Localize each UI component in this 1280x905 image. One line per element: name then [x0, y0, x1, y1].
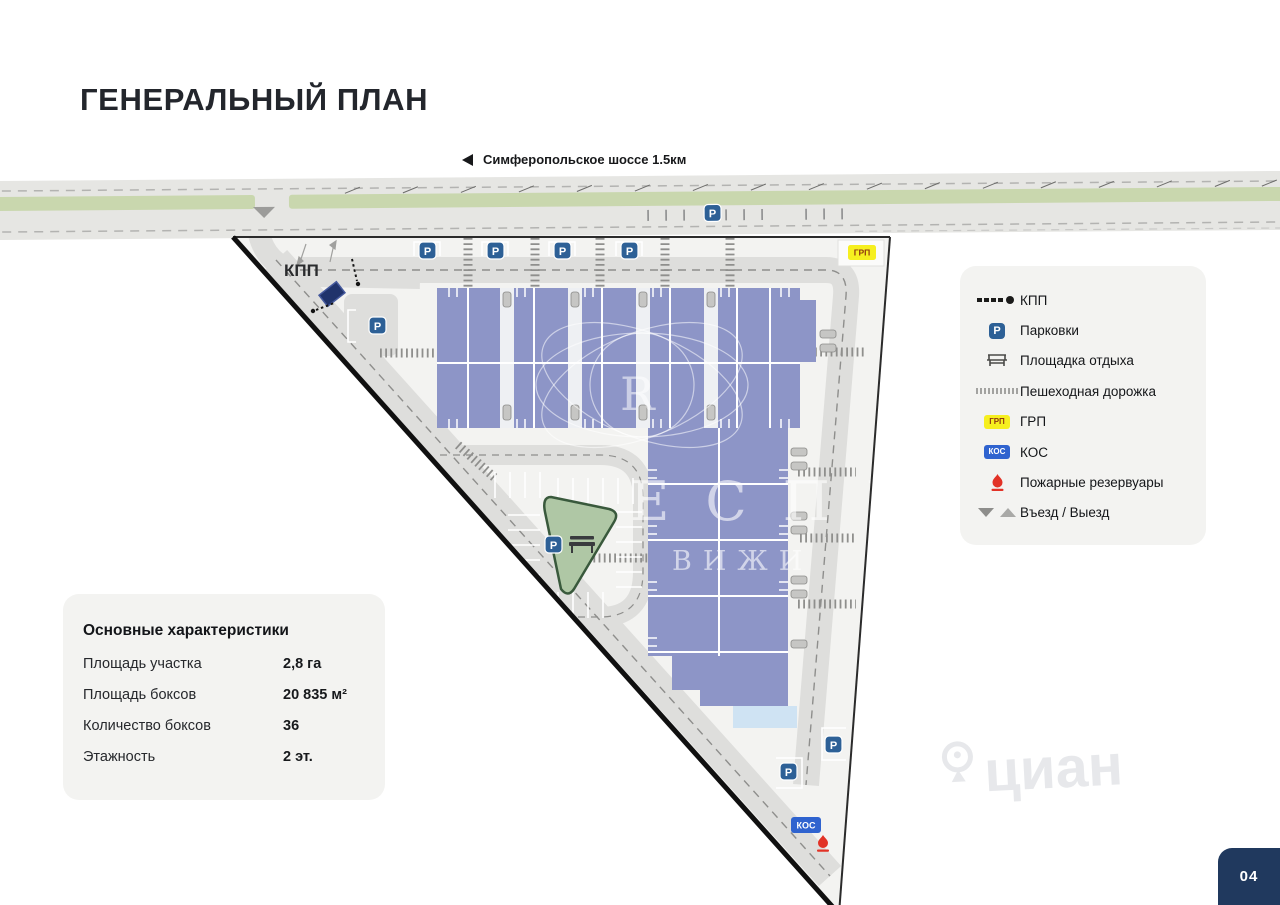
characteristic-value: 36 [283, 717, 299, 735]
characteristic-label: Площадь участка [83, 655, 283, 673]
legend-item-kos: КОС КОС [960, 437, 1206, 467]
parking-badge [704, 204, 721, 221]
legend-item-grp: ГРП ГРП [960, 407, 1206, 437]
fire-icon [974, 474, 1020, 491]
watermark-line1: ЕСПЕ [630, 470, 941, 533]
parking-badge [419, 242, 436, 259]
grp-badge: ГРП [848, 245, 876, 260]
legend-label: КОС [1020, 445, 1048, 460]
grp-icon: ГРП [974, 415, 1020, 429]
parking-badge [554, 242, 571, 259]
characteristic-value: 2,8 га [283, 655, 321, 673]
parking-badge [369, 317, 386, 334]
characteristic-value: 2 эт. [283, 748, 313, 766]
kos-badge: КОС [791, 817, 821, 833]
characteristic-label: Этажность [83, 748, 283, 766]
legend-label: КПП [1020, 293, 1047, 308]
legend-label: Пешеходная дорожка [1020, 384, 1156, 399]
characteristic-row: Площадь участка 2,8 га [83, 655, 365, 673]
kpp-label: КПП [284, 261, 319, 281]
legend-item-kpp: КПП [960, 285, 1206, 315]
cian-watermark-text: циан [983, 732, 1125, 804]
characteristic-label: Количество боксов [83, 717, 283, 735]
parking-badge [487, 242, 504, 259]
characteristics-title: Основные характеристики [83, 622, 365, 640]
svg-text:КОС: КОС [797, 821, 816, 831]
legend-item-footpath: Пешеходная дорожка [960, 376, 1206, 406]
entry-exit-icon [974, 508, 1020, 517]
legend-panel: КПП P Парковки Площадка отдыха Пешеходна… [960, 266, 1206, 545]
legend-label: Пожарные резервуары [1020, 475, 1164, 490]
legend-item-parking: P Парковки [960, 315, 1206, 345]
median-green-strip [0, 195, 255, 211]
characteristic-label: Площадь боксов [83, 686, 283, 704]
exit-triangle-icon [1000, 508, 1016, 517]
legend-item-rest-area: Площадка отдыха [960, 346, 1206, 376]
footpath-icon [974, 387, 1020, 395]
legend-item-entry-exit: Въезд / Выезд [960, 498, 1206, 528]
parking-badge [825, 736, 842, 753]
kpp-barrier-icon [974, 295, 1020, 305]
characteristic-value: 20 835 м² [283, 686, 347, 704]
watermark-globe-letter: R [620, 367, 656, 421]
legend-label: Въезд / Выезд [1020, 505, 1109, 520]
parking-badge [621, 242, 638, 259]
bench-icon [974, 353, 1020, 368]
cian-watermark: циан [944, 732, 1125, 806]
entry-triangle-icon [978, 508, 994, 517]
characteristic-row: Площадь боксов 20 835 м² [83, 686, 365, 704]
legend-item-fire: Пожарные резервуары [960, 467, 1206, 497]
kos-icon: КОС [974, 445, 1020, 459]
legend-label: Парковки [1020, 323, 1079, 338]
page-number-badge: 04 [1218, 848, 1280, 905]
characteristics-panel: Основные характеристики Площадь участка … [63, 594, 385, 800]
pool-area [733, 706, 797, 728]
characteristic-row: Количество боксов 36 [83, 717, 365, 735]
characteristic-row: Этажность 2 эт. [83, 748, 365, 766]
watermark-line2: ВИЖИ [672, 546, 813, 577]
svg-text:ГРП: ГРП [854, 248, 871, 258]
highway [0, 171, 1280, 241]
page-number: 04 [1240, 868, 1259, 885]
legend-label: Площадка отдыха [1020, 353, 1134, 368]
parking-badge [545, 536, 562, 553]
parking-badge [780, 763, 797, 780]
parking-icon: P [974, 323, 1020, 339]
legend-label: ГРП [1020, 414, 1046, 429]
